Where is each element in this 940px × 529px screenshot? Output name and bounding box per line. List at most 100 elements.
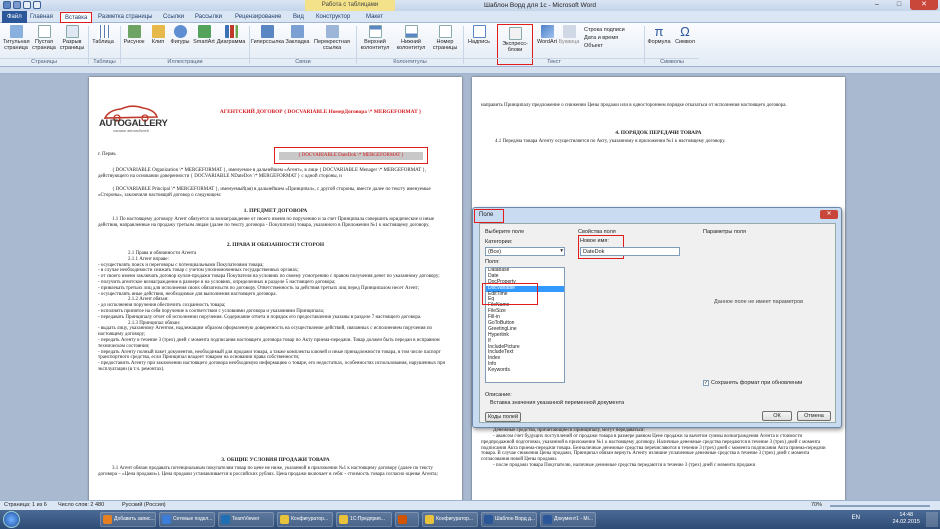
- language-indicator[interactable]: EN: [852, 515, 860, 521]
- date-time-button[interactable]: Дата и время: [584, 34, 625, 42]
- signature-line-button[interactable]: Строка подписи: [584, 26, 625, 34]
- section-heading: 3. ОБЩИЕ УСЛОВИЯ ПРОДАЖИ ТОВАРА: [221, 457, 330, 463]
- list-item: - передать Агенту в течение 3 (трех) дне…: [98, 337, 440, 349]
- tab-file[interactable]: Файл: [2, 11, 27, 23]
- clock[interactable]: 14:48 24.02.2015: [892, 512, 920, 526]
- tab-view[interactable]: Вид: [293, 12, 304, 23]
- field-parameters-label: Параметры поля: [703, 229, 746, 235]
- taskbar-button[interactable]: Сетевые подкл...: [159, 512, 215, 527]
- taskbar-button[interactable]: TeamViewer: [218, 512, 274, 527]
- tab-references[interactable]: Ссылки: [163, 12, 184, 23]
- taskbar-button[interactable]: Конфигуратор...: [277, 512, 333, 527]
- new-name-input[interactable]: DateDok: [580, 247, 680, 256]
- equation-button[interactable]: π Формула: [646, 25, 672, 45]
- drop-cap-label: Буквица: [558, 39, 580, 45]
- description-text: Вставка значения указанной переменной до…: [490, 400, 625, 406]
- taskbar-label: Сетевые подкл...: [173, 516, 213, 522]
- page-break-button[interactable]: Разрыв страницы: [59, 25, 85, 51]
- picture-button[interactable]: Рисунок: [122, 25, 146, 45]
- clip-art-button[interactable]: Клип: [148, 25, 168, 45]
- page-break-icon: [65, 25, 79, 38]
- cover-page-icon: [9, 25, 23, 38]
- clip-art-label: Клип: [151, 39, 165, 45]
- undo-icon[interactable]: [23, 1, 31, 9]
- minimize-button[interactable]: –: [866, 0, 888, 10]
- chart-button[interactable]: Диаграмма: [216, 25, 246, 45]
- taskbar-button[interactable]: Шаблон Ворд д...: [481, 512, 537, 527]
- taskbar-button[interactable]: 1С:Предприя...: [336, 512, 392, 527]
- close-button[interactable]: ✕: [910, 0, 938, 10]
- blank-page-button[interactable]: Пустая страница: [32, 25, 56, 51]
- shapes-button[interactable]: Фигуры: [169, 25, 191, 45]
- start-button[interactable]: [3, 511, 20, 528]
- tab-home[interactable]: Главная: [30, 12, 53, 23]
- word-count[interactable]: Число слов: 2 480: [58, 501, 104, 510]
- date-field[interactable]: { DOCVARIABLE DateDok \* MERGEFORMAT }: [279, 152, 423, 160]
- taskbar-label: TeamViewer: [232, 516, 260, 522]
- page-number-button[interactable]: Номер страницы: [430, 25, 460, 51]
- equation-label: Формула: [647, 39, 671, 45]
- header-button[interactable]: Верхний колонтитул: [358, 25, 392, 51]
- taskbar-button[interactable]: Конфигуратор...: [422, 512, 478, 527]
- textbox-label: Надпись: [468, 39, 490, 45]
- table-icon: [96, 25, 110, 38]
- cross-reference-label: Перекрестная ссылка: [314, 39, 350, 51]
- redo-icon[interactable]: [33, 1, 41, 9]
- show-desktop-button[interactable]: [926, 512, 938, 527]
- group-label: Страницы: [0, 58, 88, 65]
- taskbar-label: Документ1 - Mi...: [554, 516, 593, 522]
- no-parameters-text: Данное поле не имеет параметров: [714, 299, 804, 305]
- preserve-format-checkbox[interactable]: ✓: [703, 380, 709, 386]
- bookmark-button[interactable]: Закладка: [285, 25, 310, 45]
- tab-review[interactable]: Рецензирование: [235, 12, 281, 23]
- cross-reference-button[interactable]: Перекрестная ссылка: [311, 25, 353, 51]
- wordart-icon: [540, 25, 554, 38]
- language[interactable]: Русский (Россия): [122, 501, 166, 510]
- selected-field-highlight: [482, 283, 538, 305]
- tab-layout[interactable]: Макет: [366, 12, 383, 23]
- taskbar-label: Конфигуратор...: [436, 516, 474, 522]
- zoom-slider[interactable]: [830, 505, 930, 507]
- textbox-button[interactable]: Надпись: [465, 25, 493, 45]
- section-heading: 2. ПРАВА И ОБЯЗАННОСТИ СТОРОН: [226, 242, 325, 248]
- taskbar-button[interactable]: Добавить запис...: [100, 512, 156, 527]
- tab-design[interactable]: Конструктор: [316, 12, 350, 23]
- cover-page-button[interactable]: Титульная страница: [3, 25, 30, 51]
- drop-cap-button[interactable]: Буквица: [558, 25, 580, 45]
- table-button[interactable]: Таблица: [90, 25, 116, 45]
- contract-title: АГЕНТСКИЙ ДОГОВОР { DOCVARIABLE НомерДог…: [219, 109, 422, 115]
- save-icon[interactable]: [13, 1, 21, 9]
- dialog-close-button[interactable]: ✕: [820, 210, 838, 219]
- check-icon: ✓: [704, 380, 709, 386]
- symbol-label: Символ: [675, 39, 695, 45]
- wordart-button[interactable]: WordArt: [536, 25, 558, 45]
- cancel-button[interactable]: Отмена: [797, 411, 831, 421]
- page-1[interactable]: AUTOGALLERY магазин автомобилей АГЕНТСКИ…: [89, 77, 462, 502]
- tab-page-layout[interactable]: Разметка страницы: [98, 12, 152, 23]
- context-tab-title: Работа с таблицами: [305, 0, 395, 11]
- field-list-item[interactable]: Keywords: [486, 367, 564, 374]
- tab-mailings[interactable]: Рассылки: [195, 12, 222, 23]
- symbol-button[interactable]: Ω Символ: [673, 25, 697, 45]
- hyperlink-button[interactable]: Гиперссылка: [251, 25, 284, 45]
- field-codes-button[interactable]: Коды полей: [485, 412, 521, 422]
- smartart-button[interactable]: SmartArt: [192, 25, 216, 45]
- taskbar-button[interactable]: Документ1 - Mi...: [540, 512, 596, 527]
- group-label: Иллюстрации: [121, 58, 249, 65]
- app-icon: [398, 515, 407, 524]
- ok-button[interactable]: ОК: [762, 411, 792, 421]
- section-paragraph: 1.1 По настоящему договору Агент обязует…: [98, 217, 435, 228]
- word-logo-icon[interactable]: [3, 1, 11, 9]
- footer-button[interactable]: Нижний колонтитул: [394, 25, 428, 51]
- maximize-button[interactable]: □: [888, 0, 910, 10]
- horizontal-ruler[interactable]: [0, 67, 940, 74]
- intro-paragraph: { DOCVARIABLE Organization \* MERGEFORMA…: [98, 168, 427, 179]
- taskbar-button[interactable]: [395, 512, 419, 527]
- shapes-label: Фигуры: [170, 39, 190, 45]
- page-counter[interactable]: Страница: 1 из 6: [4, 501, 47, 510]
- zoom-level[interactable]: 70%: [811, 501, 822, 510]
- dialog-title: Поле: [474, 209, 504, 223]
- tab-insert[interactable]: Вставка: [60, 12, 93, 23]
- categories-select[interactable]: (Все) ▾: [485, 247, 565, 256]
- object-button[interactable]: Объект: [584, 42, 625, 50]
